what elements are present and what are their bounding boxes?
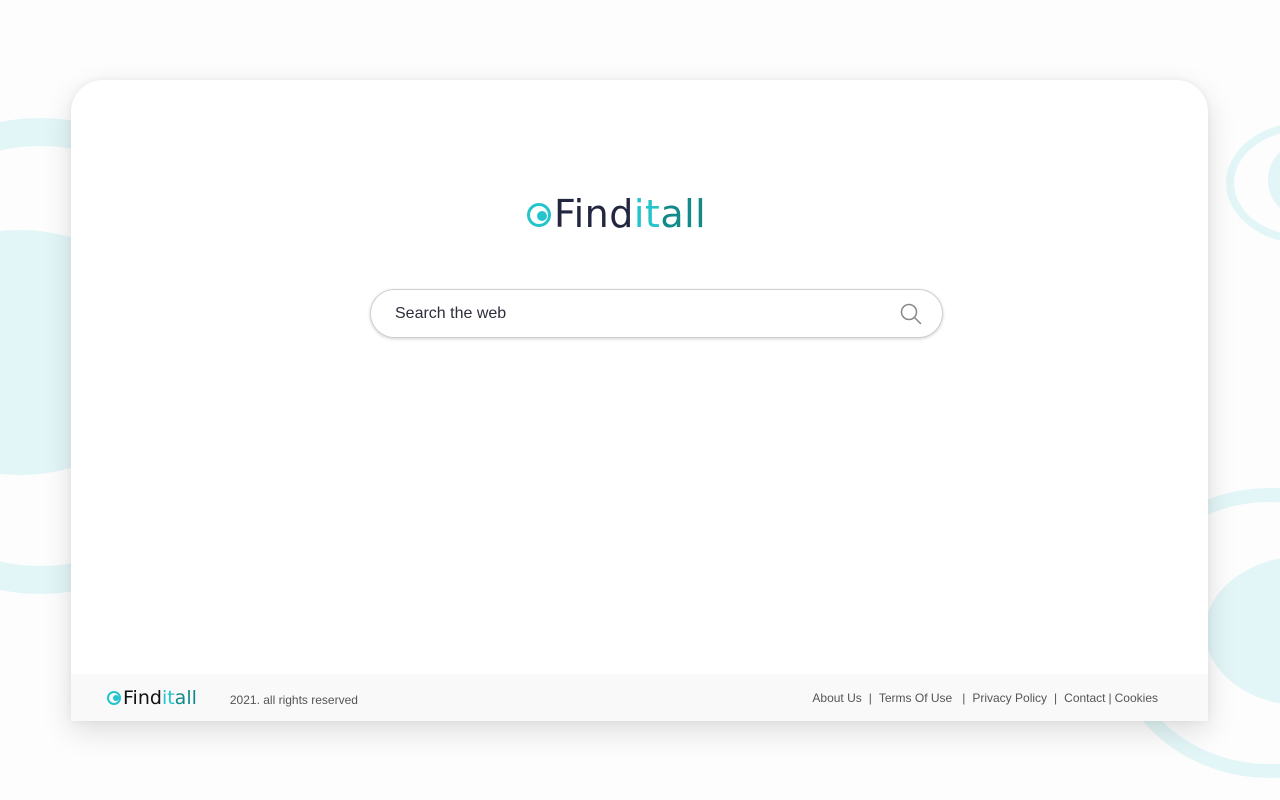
footer-logo[interactable]: Find it all (107, 687, 197, 709)
eye-logo-icon (107, 690, 121, 705)
main-card: Find it all Find it all 2021. all rights… (71, 80, 1208, 721)
brand-logo: Find it all (527, 192, 706, 236)
footer-link-contact[interactable]: Contact (1064, 691, 1105, 705)
logo-text-find: Find (554, 192, 634, 236)
footer-link-about[interactable]: About Us (812, 691, 861, 705)
search-icon[interactable] (899, 302, 923, 326)
footer-link-cookies[interactable]: Cookies (1115, 691, 1158, 705)
copyright-text: 2021. all rights reserved (229, 693, 358, 707)
footer-links: About Us | Terms Of Use | Privacy Policy… (812, 691, 1158, 705)
separator: | (1054, 691, 1058, 705)
logo-text-it: it (633, 192, 661, 236)
separator: | (962, 691, 966, 705)
search-box (370, 289, 943, 338)
logo-text-it: it (161, 686, 175, 709)
logo-text-find: Find (123, 686, 162, 709)
logo-text-all: all (174, 686, 197, 709)
search-input[interactable] (393, 303, 899, 324)
footer-link-terms[interactable]: Terms Of Use (879, 691, 952, 705)
footer: Find it all 2021. all rights reserved Ab… (71, 674, 1208, 721)
separator: | (1108, 691, 1112, 705)
footer-link-privacy[interactable]: Privacy Policy (972, 691, 1047, 705)
logo-text-all: all (660, 192, 707, 236)
eye-logo-icon (527, 203, 551, 227)
separator: | (868, 691, 872, 705)
